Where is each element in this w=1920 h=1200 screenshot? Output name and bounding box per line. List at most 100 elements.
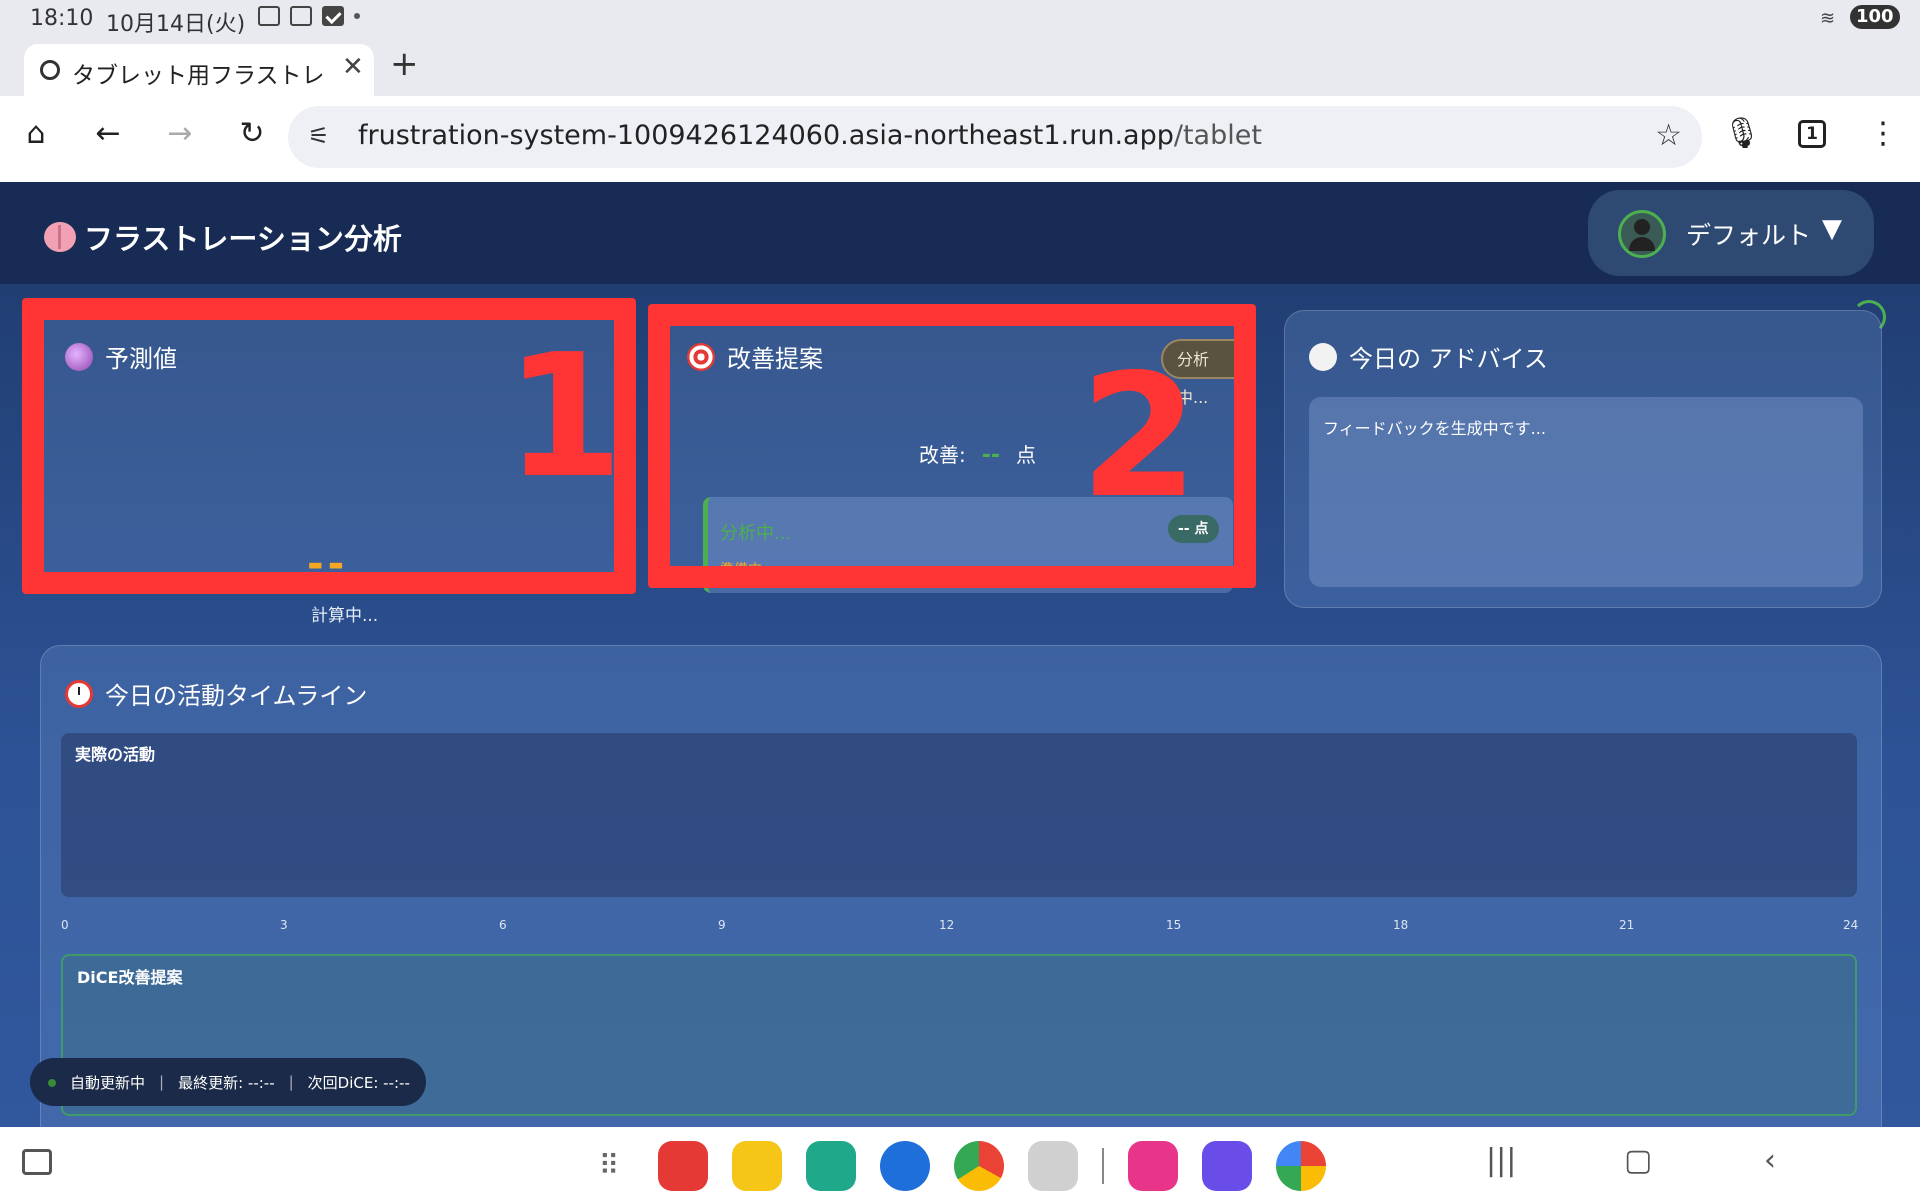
advice-title: 今日の アドバイス [1309, 339, 1548, 374]
notification-icons [258, 6, 360, 26]
browser-app-icon[interactable] [1202, 1141, 1252, 1191]
advice-card: 今日の アドバイス フィードバックを生成中です... [1284, 310, 1882, 608]
wifi-icon: ≋ [1820, 8, 1836, 29]
prediction-value: -- [307, 541, 349, 587]
advice-text: フィードバックを生成中です... [1323, 419, 1546, 438]
suggestion-item[interactable]: 分析中... 準備中... -- 点 [703, 497, 1233, 593]
time-axis-tick: 15 [1166, 918, 1182, 932]
microphone-icon[interactable]: 🎙 [1722, 116, 1762, 151]
divider: | [159, 1073, 165, 1091]
forward-arrow-icon[interactable]: → [160, 116, 200, 151]
suggestion-scrollbar[interactable] [1247, 487, 1252, 577]
bookmark-star-icon[interactable]: ☆ [1655, 118, 1682, 153]
files-app-icon[interactable] [732, 1141, 782, 1191]
speech-bubble-icon [1309, 342, 1337, 371]
prediction-status: 計算中... [311, 606, 379, 626]
timeline-title: 今日の活動タイムライン [65, 676, 367, 711]
target-icon [687, 342, 715, 371]
timeline-title-text: 今日の活動タイムライン [105, 682, 368, 710]
improvement-label: 改善: [919, 443, 966, 467]
last-update-time: 最終更新: --:-- [178, 1073, 275, 1092]
tab-switcher-button[interactable]: 1 [1798, 120, 1826, 148]
desktop-mode-icon[interactable] [22, 1149, 52, 1175]
recent-apps-icon[interactable]: ||| [1486, 1143, 1516, 1178]
actual-activity-label: 実際の活動 [75, 745, 156, 764]
photos-app-icon[interactable] [1276, 1141, 1326, 1191]
more-notifications-icon [354, 13, 360, 19]
clock: 18:10 [30, 6, 94, 31]
app-dock: ⠿ [584, 1141, 1326, 1191]
avatar [1618, 210, 1666, 258]
advice-box: フィードバックを生成中です... [1309, 397, 1863, 587]
messages-app-icon[interactable] [880, 1141, 930, 1191]
suggestion-subtitle: 準備中... [720, 562, 776, 578]
screenshot-notification-icon [290, 6, 312, 26]
next-dice-time: 次回DiCE: --:-- [307, 1073, 410, 1092]
improvement-card: 改善提案 分析中... 改善: -- 点 分析中... 準備中... -- 点 [662, 310, 1256, 593]
more-menu-icon[interactable]: ⋮ [1868, 116, 1898, 151]
prediction-card: 予測値 -- 計算中... [40, 310, 634, 626]
globe-icon [40, 60, 60, 80]
dock-divider [1102, 1148, 1104, 1184]
new-tab-button[interactable]: + [390, 44, 419, 84]
browser-tab[interactable]: タブレット用フラストレ ✕ [24, 44, 374, 96]
chrome-app-icon[interactable] [954, 1141, 1004, 1191]
improvement-summary: 改善: -- 点 [919, 439, 1036, 468]
app-header: フラストレーション分析 デフォルト ▼ [0, 182, 1920, 284]
tab-title: タブレット用フラストレ [72, 63, 325, 89]
time-axis-tick: 18 [1393, 918, 1409, 932]
status-led-icon [48, 1079, 56, 1087]
brain-icon [44, 222, 76, 252]
suggestion-points-badge: -- 点 [1168, 515, 1219, 543]
time-axis-tick: 24 [1843, 918, 1859, 932]
browser-toolbar: ⌂ ← → ↻ ⚟ frustration-system-10094261240… [0, 96, 1920, 182]
home-nav-icon[interactable]: ▢ [1624, 1143, 1652, 1178]
url-host: frustration-system-1009426124060.asia-no… [358, 120, 1174, 151]
auto-update-state: 自動更新中 [70, 1073, 146, 1092]
gallery-app-icon[interactable] [1128, 1141, 1178, 1191]
improvement-title-text: 改善提案 [727, 345, 823, 373]
address-bar[interactable]: ⚟ frustration-system-1009426124060.asia-… [288, 106, 1702, 168]
actual-activity-lane: 実際の活動 [61, 733, 1857, 897]
notes-app-icon[interactable] [658, 1141, 708, 1191]
time-axis-tick: 3 [280, 918, 288, 932]
improvement-value: -- [981, 443, 1001, 468]
calendar-app-icon[interactable] [806, 1141, 856, 1191]
reload-icon[interactable]: ↻ [232, 116, 272, 151]
time-axis-tick: 12 [939, 918, 955, 932]
time-axis-tick: 9 [718, 918, 726, 932]
advice-title-text: 今日の アドバイス [1349, 345, 1548, 373]
user-select-value: デフォルト [1686, 221, 1812, 250]
time-axis: 0 3 6 9 12 15 18 21 24 [61, 918, 1859, 934]
back-nav-icon[interactable]: ‹ [1764, 1143, 1776, 1178]
home-icon[interactable]: ⌂ [16, 116, 56, 151]
user-select-dropdown[interactable]: デフォルト ▼ [1588, 190, 1874, 276]
analysis-status-badge: 分析中... [1161, 339, 1255, 407]
url-path: /tablet [1173, 120, 1262, 151]
dice-suggestion-label: DiCE改善提案 [77, 968, 183, 987]
time-axis-tick: 0 [61, 918, 69, 932]
time-axis-tick: 6 [499, 918, 507, 932]
close-tab-icon[interactable]: ✕ [342, 52, 364, 82]
time-axis-tick: 21 [1619, 918, 1635, 932]
auto-update-status: 自動更新中 | 最終更新: --:-- | 次回DiCE: --:-- [30, 1058, 426, 1106]
crystal-ball-icon [65, 342, 93, 371]
app-viewport: フラストレーション分析 デフォルト ▼ 予測値 -- 計算中... 改善提案 分… [0, 182, 1920, 1127]
checkbox-notification-icon [322, 6, 344, 26]
app-drawer-icon[interactable]: ⠿ [584, 1141, 634, 1191]
battery-indicator: 100 [1850, 5, 1900, 29]
alarm-clock-icon [65, 679, 93, 708]
site-settings-icon[interactable]: ⚟ [308, 122, 330, 150]
url-text[interactable]: frustration-system-1009426124060.asia-no… [358, 120, 1262, 151]
system-navigation-bar: ⠿ ||| ▢ ‹ [0, 1127, 1920, 1200]
improvement-unit: 点 [1016, 443, 1037, 467]
timeline-card: 今日の活動タイムライン 実際の活動 0 3 6 9 12 15 18 21 24… [40, 645, 1882, 1127]
browser-tab-strip: タブレット用フラストレ ✕ + [0, 38, 1920, 96]
back-arrow-icon[interactable]: ← [88, 116, 128, 151]
camera-app-icon[interactable] [1028, 1141, 1078, 1191]
calendar-notification-icon [258, 6, 280, 26]
divider: | [288, 1073, 294, 1091]
prediction-title: 予測値 [65, 339, 177, 374]
date: 10月14日(火) [106, 12, 246, 37]
caret-down-icon: ▼ [1822, 214, 1842, 244]
